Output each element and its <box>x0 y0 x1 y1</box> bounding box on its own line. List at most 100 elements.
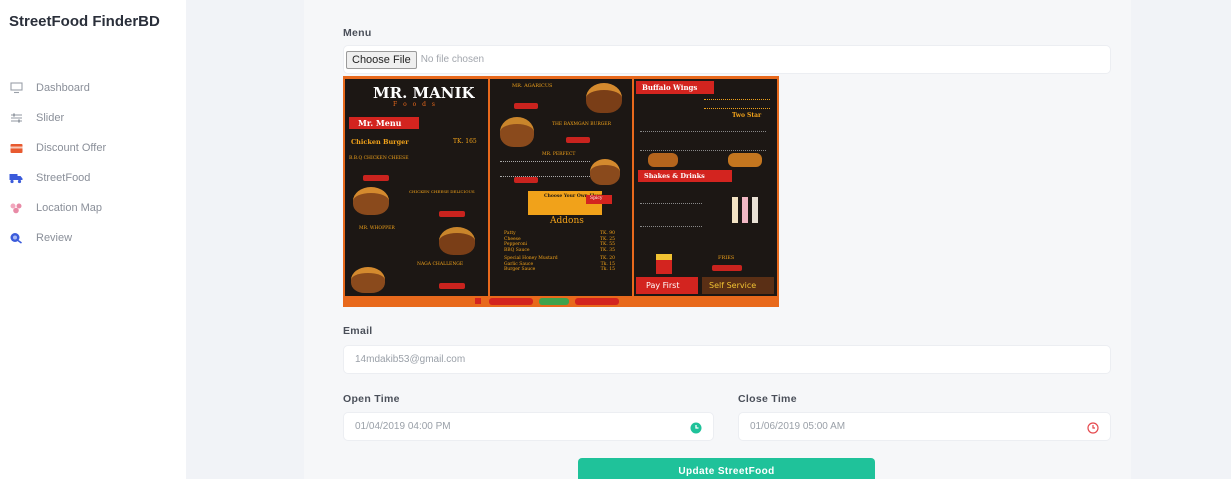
menu-column-1: MR. MANIK F o o d s Mr. Menu Chicken Bur… <box>345 79 488 296</box>
footer-logo-icon <box>475 298 481 304</box>
menu-column-2: MR. AGARICUS THE BAXMGAN BURGER MR. PERF… <box>490 79 632 296</box>
addons-text: Addons <box>550 216 584 226</box>
price-tag <box>439 211 465 217</box>
menu-ribbon: Mr. Menu <box>349 117 419 129</box>
burger-icon <box>351 267 385 293</box>
sidebar-item-location-map[interactable]: Location Map <box>0 193 186 223</box>
open-time-value: 01/04/2019 04:00 PM <box>355 421 451 432</box>
baxmgan-text: THE BAXMGAN BURGER <box>552 122 611 127</box>
choose-file-button[interactable]: Choose File <box>346 50 417 69</box>
wings-icon <box>648 153 678 167</box>
addon-item: Special Honey Mustard <box>504 256 558 261</box>
shake-glass-icon <box>752 197 758 223</box>
sidebar-item-review[interactable]: Review <box>0 223 186 253</box>
shakes-text: Shakes & Drinks <box>644 172 705 180</box>
addon-price: TK. 20 <box>600 256 615 261</box>
clock-icon[interactable] <box>1087 421 1099 434</box>
description-lines <box>500 161 590 177</box>
pay-first-box: Pay First <box>636 277 698 294</box>
review-icon <box>9 231 23 245</box>
sidebar-item-discount-offer[interactable]: Discount Offer <box>0 133 186 163</box>
chicken-burger-text: Chicken Burger <box>351 138 409 146</box>
burger-icon <box>590 159 620 185</box>
chicken-burger-price: TK. 165 <box>453 138 477 145</box>
burger-icon <box>353 187 389 215</box>
open-time-label: Open Time <box>343 393 400 405</box>
email-value: 14mdakib53@gmail.com <box>355 354 466 365</box>
onion-rings-icon <box>728 153 762 167</box>
close-time-field[interactable]: 01/06/2019 05:00 AM <box>738 412 1111 441</box>
bbq-text: B.B.Q CHICKEN CHEESE <box>349 156 409 161</box>
burger-icon <box>586 83 622 113</box>
menu-title: MR. MANIK <box>373 84 475 102</box>
footer-badge <box>575 298 619 305</box>
price-tag <box>566 137 590 143</box>
addon-price: TK. 55 <box>600 242 615 247</box>
self-service-text: Self Service <box>709 281 757 290</box>
spicy-badge: Spicy <box>586 195 612 204</box>
menu-label: Menu <box>343 27 372 39</box>
price-tag <box>514 103 538 109</box>
shakes-ribbon: Shakes & Drinks <box>638 170 732 182</box>
price-tag <box>439 283 465 289</box>
menu-subtitle: F o o d s <box>393 101 437 108</box>
mr-whopper-text: MR. WHOPPER <box>359 226 395 231</box>
chicken-cheese-text: CHICKEN CHEESE DELICIOUS <box>409 189 475 194</box>
addon-price: TK. 90 <box>600 231 615 236</box>
price-tag <box>712 265 742 271</box>
sliders-icon <box>9 111 23 125</box>
mr-agaricus-text: MR. AGARICUS <box>512 83 553 89</box>
sidebar-item-streetfood[interactable]: StreetFood <box>0 163 186 193</box>
sidebar-item-dashboard[interactable]: Dashboard <box>0 73 186 103</box>
addons-prices: TK. 90 TK. 25 TK. 55 TK. 35 TK. 20 Tk. 1… <box>600 231 615 273</box>
menu-image-preview: MR. MANIK F o o d s Mr. Menu Chicken Bur… <box>343 76 779 307</box>
pay-first-text: Pay First <box>646 281 680 290</box>
price-tag <box>514 177 538 183</box>
sidebar: StreetFood FinderBD Dashboard Slider Dis… <box>0 0 186 479</box>
addon-item: BBQ Sauce <box>504 247 530 253</box>
card-icon <box>9 141 23 155</box>
close-time-label: Close Time <box>738 393 797 405</box>
footer-badge <box>489 298 533 305</box>
spicy-text: Spicy <box>590 196 603 201</box>
close-time-value: 01/06/2019 05:00 AM <box>750 421 846 432</box>
burger-icon <box>439 227 475 255</box>
email-field[interactable]: 14mdakib53@gmail.com <box>343 345 1111 374</box>
self-service-box: Self Service <box>702 277 774 294</box>
burger-icon <box>500 117 534 147</box>
menu-file-input[interactable]: Choose File No file chosen <box>343 45 1111 74</box>
addon-price: Tk. 15 <box>600 267 615 272</box>
monitor-icon <box>9 81 23 95</box>
sidebar-item-label: Discount Offer <box>36 142 107 154</box>
mr-perfect-text: MR. PERFECT <box>542 152 576 157</box>
buffalo-ribbon: Buffalo Wings <box>636 81 714 94</box>
shake-glass-icon <box>742 197 748 223</box>
update-streetfood-button[interactable]: Update StreetFood <box>578 458 875 479</box>
map-pins-icon <box>9 201 23 215</box>
sidebar-item-label: Slider <box>36 112 65 124</box>
addon-price: TK. 35 <box>600 247 615 253</box>
no-file-text: No file chosen <box>420 54 485 65</box>
menu-footer-strip <box>343 296 779 307</box>
menu-column-3: Buffalo Wings Two Star Shakes & Drinks F… <box>634 79 777 296</box>
sidebar-item-label: Review <box>36 232 73 244</box>
price-tag <box>363 175 389 181</box>
email-label: Email <box>343 325 373 337</box>
fries-text: FRIES <box>718 255 735 261</box>
open-time-field[interactable]: 01/04/2019 04:00 PM <box>343 412 714 441</box>
shakes-list-lines <box>640 203 702 227</box>
buffalo-text: Buffalo Wings <box>642 83 698 92</box>
naga-text: NAGA CHALLENGE <box>417 262 464 267</box>
brand-title[interactable]: StreetFood FinderBD <box>9 13 160 30</box>
addon-item: Burger Sauce <box>504 267 536 272</box>
footer-badge <box>539 298 569 305</box>
wings-list-lines <box>640 131 766 151</box>
two-star-text: Two Star <box>732 112 762 119</box>
fries-icon <box>656 254 672 274</box>
sidebar-item-label: StreetFood <box>36 172 91 184</box>
truck-icon <box>9 171 23 185</box>
sidebar-item-label: Location Map <box>36 202 103 214</box>
sidebar-item-slider[interactable]: Slider <box>0 103 186 133</box>
clock-icon[interactable] <box>690 421 702 433</box>
addons-list: Patty Cheese Pepperoni BBQ Sauce Special… <box>504 231 558 273</box>
